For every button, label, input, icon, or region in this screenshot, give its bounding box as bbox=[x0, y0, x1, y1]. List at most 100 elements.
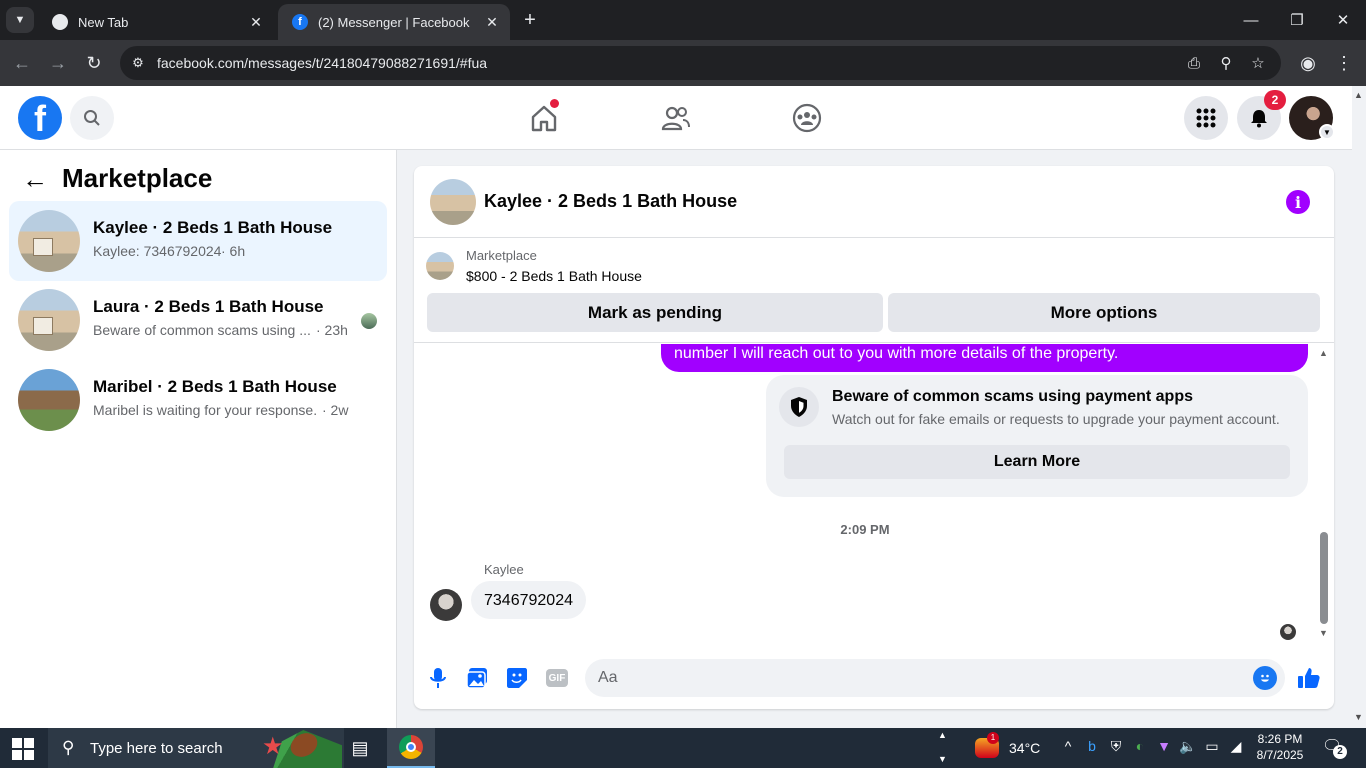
tab-new-tab[interactable]: New Tab ✕ bbox=[38, 4, 274, 40]
battery-icon[interactable]: ▭ bbox=[1202, 738, 1222, 755]
restore-icon[interactable]: ❐ bbox=[1274, 0, 1320, 40]
url-text[interactable]: facebook.com/messages/t/2418047908827169… bbox=[157, 55, 487, 71]
site-info-icon[interactable]: ⚙ bbox=[126, 51, 150, 75]
windows-start-icon[interactable] bbox=[12, 738, 34, 760]
conversation-item-kaylee[interactable]: Kaylee · 2 Beds 1 Bath House Kaylee: 734… bbox=[9, 201, 387, 281]
network-app-icon[interactable]: ◐ bbox=[1130, 738, 1150, 754]
more-options-button[interactable]: More options bbox=[888, 293, 1320, 332]
wifi-icon[interactable]: ◢ bbox=[1226, 738, 1246, 755]
sender-avatar[interactable] bbox=[430, 589, 462, 621]
zoom-icon[interactable]: ⚲ bbox=[1214, 51, 1238, 75]
conversation-name: Laura · 2 Beds 1 Bath House bbox=[93, 297, 324, 316]
listing-thumbnail bbox=[18, 210, 80, 272]
facebook-icon: f bbox=[292, 14, 308, 30]
sender-name: Kaylee bbox=[484, 562, 524, 577]
task-view-icon[interactable]: ▤ bbox=[336, 728, 384, 768]
weather-icon: 1 bbox=[975, 732, 999, 758]
close-icon[interactable]: ✕ bbox=[246, 14, 266, 31]
conversation-preview: Maribel is waiting for your response. bbox=[93, 402, 318, 418]
security-shield-icon[interactable]: ⛨ bbox=[1106, 738, 1126, 755]
notification-center-icon[interactable]: 🗨 2 bbox=[1322, 736, 1347, 759]
profile-icon[interactable]: ◉ bbox=[1294, 49, 1322, 77]
vpn-icon[interactable]: ▼ bbox=[1154, 738, 1174, 754]
groups-icon[interactable] bbox=[789, 100, 825, 136]
listing-thumbnail[interactable] bbox=[426, 252, 454, 280]
home-notification-dot bbox=[550, 99, 559, 108]
listing-title[interactable]: $800 - 2 Beds 1 Bath House bbox=[466, 268, 642, 284]
scroll-up-icon[interactable]: ▲ bbox=[1319, 348, 1328, 358]
show-hidden-icons-icon[interactable]: ^ bbox=[1058, 738, 1078, 754]
bookmark-star-icon[interactable]: ☆ bbox=[1246, 51, 1270, 75]
taskbar-scroll[interactable]: ▲ ▼ bbox=[936, 728, 950, 768]
reload-icon[interactable]: ↻ bbox=[80, 49, 108, 77]
message-scrollbar[interactable]: ▲ ▼ bbox=[1318, 344, 1330, 644]
outgoing-message: number I will reach out to you with more… bbox=[661, 344, 1308, 372]
scam-warning-card: Beware of common scams using payment app… bbox=[766, 375, 1308, 497]
page-scrollbar[interactable]: ▲ ▼ bbox=[1352, 86, 1366, 728]
scroll-down-icon[interactable]: ▼ bbox=[1354, 712, 1363, 722]
star-illustration-icon: ★ bbox=[262, 733, 284, 760]
bing-icon[interactable]: b bbox=[1082, 738, 1102, 754]
microphone-icon[interactable] bbox=[425, 665, 451, 691]
friends-icon[interactable] bbox=[658, 100, 694, 136]
chat-header: Kaylee · 2 Beds 1 Bath House i bbox=[414, 166, 1334, 238]
message-input[interactable] bbox=[598, 659, 1238, 697]
scrollbar-thumb[interactable] bbox=[1320, 532, 1328, 624]
search-icon[interactable] bbox=[70, 96, 114, 140]
conversation-item-laura[interactable]: Laura · 2 Beds 1 Bath House Beware of co… bbox=[9, 280, 387, 360]
chevron-down-icon[interactable]: ▼ bbox=[1319, 124, 1335, 140]
browser-tab-strip: ▼ New Tab ✕ f (2) Messenger | Facebook ✕… bbox=[0, 0, 1366, 40]
menu-kebab-icon[interactable]: ⋮ bbox=[1330, 49, 1358, 77]
chat-title[interactable]: Kaylee · 2 Beds 1 Bath House bbox=[484, 191, 737, 212]
forward-icon[interactable]: → bbox=[44, 49, 72, 77]
system-clock[interactable]: 8:26 PM 8/7/2025 bbox=[1250, 731, 1310, 763]
photo-icon[interactable] bbox=[464, 665, 490, 691]
new-tab-button[interactable]: + bbox=[518, 8, 542, 32]
emoji-icon[interactable] bbox=[1253, 666, 1277, 690]
tab-search-dropdown-icon[interactable]: ▼ bbox=[6, 7, 34, 33]
learn-more-button[interactable]: Learn More bbox=[784, 445, 1290, 479]
gif-icon[interactable]: GIF bbox=[544, 665, 570, 691]
back-icon[interactable]: ← bbox=[8, 49, 36, 77]
chat-avatar[interactable] bbox=[430, 179, 476, 225]
read-receipt-avatar bbox=[1280, 624, 1296, 640]
sidebar-title: Marketplace bbox=[62, 163, 213, 193]
chevron-down-icon[interactable]: ▼ bbox=[938, 754, 947, 764]
message-input-wrapper bbox=[585, 659, 1285, 697]
scam-warning-body: Watch out for fake emails or requests to… bbox=[832, 411, 1280, 427]
volume-icon[interactable]: 🔈 bbox=[1178, 738, 1198, 755]
weather-temperature: 34°C bbox=[1009, 740, 1041, 756]
scroll-up-icon[interactable]: ▲ bbox=[1354, 90, 1363, 100]
notification-count: 2 bbox=[1333, 745, 1347, 759]
notification-count-badge: 2 bbox=[1264, 90, 1286, 110]
close-icon[interactable]: ✕ bbox=[482, 14, 502, 31]
tab-messenger[interactable]: f (2) Messenger | Facebook ✕ bbox=[278, 4, 510, 40]
conversation-time: · 6h bbox=[221, 243, 246, 259]
facebook-logo[interactable]: f bbox=[18, 96, 62, 140]
weather-widget[interactable]: 1 34°C bbox=[975, 732, 1041, 758]
back-arrow-icon[interactable]: ← bbox=[22, 164, 48, 195]
tab-title: New Tab bbox=[78, 14, 129, 30]
chevron-up-icon[interactable]: ▲ bbox=[938, 730, 947, 740]
marketplace-sidebar: ← Marketplace Kaylee · 2 Beds 1 Bath Hou… bbox=[0, 150, 397, 728]
sticker-icon[interactable] bbox=[504, 665, 530, 691]
mark-as-pending-button[interactable]: Mark as pending bbox=[427, 293, 883, 332]
like-thumbs-up-icon[interactable] bbox=[1296, 665, 1322, 691]
seen-avatar bbox=[361, 313, 377, 329]
window-close-icon[interactable]: ✕ bbox=[1320, 0, 1366, 40]
conversation-item-maribel[interactable]: Maribel · 2 Beds 1 Bath House Maribel is… bbox=[9, 360, 387, 440]
minimize-icon[interactable]: — bbox=[1228, 0, 1274, 40]
taskbar-search-placeholder: Type here to search bbox=[90, 739, 223, 757]
chrome-icon bbox=[52, 14, 68, 30]
weather-alert-badge: 1 bbox=[987, 732, 999, 744]
windows-taskbar: ⚲ Type here to search ★ ▤ ▲ ▼ 1 34°C ^ b… bbox=[0, 728, 1366, 768]
address-bar[interactable]: ⚙ facebook.com/messages/t/24180479088271… bbox=[120, 46, 1281, 80]
chrome-taskbar-icon[interactable] bbox=[387, 728, 435, 768]
conversation-preview: Beware of common scams using ... bbox=[93, 322, 311, 338]
install-app-icon[interactable]: ⎙ bbox=[1182, 51, 1206, 75]
incoming-message[interactable]: 7346792024 bbox=[471, 581, 586, 619]
scroll-down-icon[interactable]: ▼ bbox=[1319, 628, 1328, 638]
info-icon[interactable]: i bbox=[1286, 190, 1310, 214]
browser-toolbar: ← → ↻ ⚙ facebook.com/messages/t/24180479… bbox=[0, 40, 1366, 86]
menu-grid-icon[interactable] bbox=[1184, 96, 1228, 140]
